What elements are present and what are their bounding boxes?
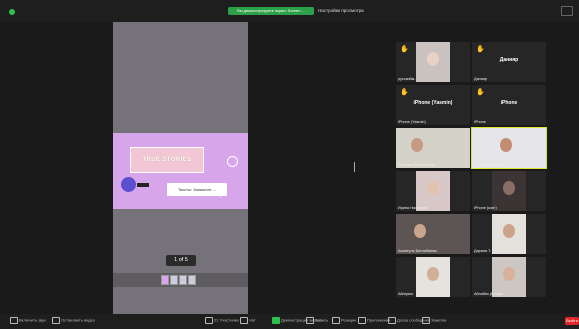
video-label: Остановить видео: [61, 317, 96, 323]
participant-tile[interactable]: ✋ iPhone iPhone: [472, 85, 546, 125]
participant-tile[interactable]: Айгерим: [396, 257, 470, 297]
notes-button[interactable]: Заметки: [422, 317, 446, 325]
participants-button[interactable]: 21 Участники: [205, 317, 239, 325]
record-label: Запись: [315, 317, 329, 323]
participant-name: Мухтарова Алтынай: [474, 163, 510, 167]
rotate-handle-icon[interactable]: [227, 156, 238, 167]
participant-name: русскийм...: [398, 77, 418, 81]
participant-tile[interactable]: Дарина Т.: [472, 214, 546, 254]
participant-video: [416, 171, 450, 211]
participant-name: iPhone: [474, 120, 486, 124]
screen-share-banner[interactable]: Вы демонстрируете экран: Screen ...: [228, 7, 314, 15]
meeting-toolbar: Включить звук Остановить видео 21 Участн…: [0, 314, 579, 329]
participant-name-large: Данияр: [499, 57, 519, 63]
apps-label: Приложения: [367, 317, 391, 323]
participant-face: [503, 224, 515, 238]
notes-label: Заметки: [431, 317, 447, 323]
participant-name: Дарина Т.: [474, 249, 492, 253]
participants-label: Участники: [219, 317, 239, 323]
participant-video: [416, 42, 450, 82]
shared-phone-screen: TRUE STORIES Тексты: Запишите ... 1 of 5: [113, 22, 248, 317]
tag-marker: [137, 183, 149, 187]
thumbnail-2[interactable]: [170, 275, 178, 285]
participant-video: [396, 214, 470, 254]
record-button[interactable]: Запись: [306, 317, 328, 325]
view-options-menu[interactable]: Настройки просмотра: [318, 7, 364, 15]
participant-video: [492, 257, 526, 297]
participant-face: [427, 52, 439, 66]
participant-tile[interactable]: Мухтарова Алтынай: [471, 127, 547, 169]
decorative-circle-icon: [121, 177, 136, 192]
participant-video: [492, 171, 526, 211]
participant-face: [500, 138, 512, 152]
notes-icon: [422, 317, 430, 324]
chat-button[interactable]: Чат: [240, 317, 256, 325]
participant-face: [427, 181, 439, 195]
thumbnails: [161, 275, 196, 285]
mouse-cursor-icon: [220, 189, 223, 198]
participant-video: [472, 128, 546, 168]
participant-video: [396, 128, 470, 168]
people-icon: [205, 317, 213, 324]
mute-button[interactable]: Включить звук: [10, 317, 46, 325]
participant-video: [492, 214, 526, 254]
raised-hand-icon: ✋: [400, 89, 409, 96]
apps-icon: [358, 317, 366, 324]
participant-face: [414, 224, 426, 238]
participant-face: [503, 267, 515, 281]
raised-hand-icon: ✋: [476, 89, 485, 96]
smile-icon: [332, 317, 340, 324]
share-screen-icon: [272, 317, 280, 324]
camera-icon: [52, 317, 60, 324]
top-bar: Вы демонстрируете экран: Screen ... Наст…: [0, 0, 579, 22]
participants-count: 21: [214, 317, 219, 323]
participant-face: [411, 138, 423, 152]
thumbnail-1[interactable]: [161, 275, 169, 285]
end-meeting-button[interactable]: Выйти: [565, 317, 579, 325]
thumbnail-4[interactable]: [188, 275, 196, 285]
participant-name: Айгерим: [398, 292, 413, 296]
reactions-label: Реакции: [341, 317, 357, 323]
participant-face: [503, 181, 515, 195]
participant-tile[interactable]: ✋ русскийм...: [396, 42, 470, 82]
reactions-button[interactable]: Реакции: [332, 317, 356, 325]
page-indicator: 1 of 5: [166, 255, 196, 266]
participant-name: Данияр: [474, 77, 488, 81]
thumbnail-3[interactable]: [179, 275, 187, 285]
slide-title: TRUE STORIES: [130, 147, 204, 173]
participant-name: Айнабек Динара: [474, 292, 503, 296]
participant-tile[interactable]: ✋ iPhone (Yasmin) iPhone (Yasmin): [396, 85, 470, 125]
presentation-slide: TRUE STORIES Тексты: Запишите ...: [113, 133, 248, 209]
participant-face: [427, 267, 439, 281]
whiteboard-icon: [388, 317, 396, 324]
participant-name-large: iPhone (Yasmin): [413, 100, 453, 106]
participant-tile[interactable]: Ирина Назарова: [396, 171, 470, 211]
participant-tile[interactable]: Айнабек Динара: [472, 257, 546, 297]
participant-name: Асемгуль Балтабаева: [398, 249, 437, 253]
raised-hand-icon: ✋: [476, 46, 485, 53]
participant-name: iPhone (user): [474, 206, 497, 210]
microphone-icon: [10, 317, 18, 324]
chat-label: Чат: [249, 317, 256, 323]
video-button[interactable]: Остановить видео: [52, 317, 95, 325]
mute-label: Включить звук: [19, 317, 46, 323]
raised-hand-icon: ✋: [400, 46, 409, 53]
participant-name-large: iPhone: [500, 100, 518, 106]
apps-button[interactable]: Приложения: [358, 317, 390, 325]
participant-tile[interactable]: Асемгуль Балтабаева: [396, 214, 470, 254]
participant-name: Гульнар Оразалиева: [398, 163, 435, 167]
participant-tile[interactable]: Гульнар Оразалиева: [396, 128, 470, 168]
participant-name: Ирина Назарова: [398, 206, 428, 210]
divider-handle[interactable]: [354, 162, 355, 172]
record-icon: [306, 317, 314, 324]
security-shield-icon[interactable]: [9, 9, 15, 15]
chat-icon: [240, 317, 248, 324]
participant-tile[interactable]: ✋ Данияр Данияр: [472, 42, 546, 82]
participant-name: iPhone (Yasmin): [398, 120, 426, 124]
fullscreen-icon[interactable]: [561, 6, 573, 16]
participant-video: [416, 257, 450, 297]
slide-text-box[interactable]: Тексты: Запишите ...: [167, 183, 227, 196]
participant-tile[interactable]: iPhone (user): [472, 171, 546, 211]
